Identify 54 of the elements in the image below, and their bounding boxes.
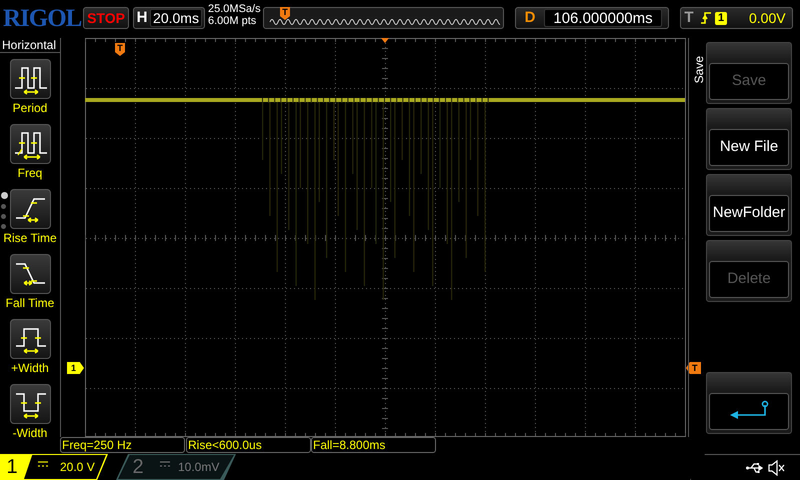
dc-coupling-icon (38, 461, 48, 467)
menu-title: Horizontal (0, 38, 60, 53)
delay-value: 106.000000ms (544, 9, 662, 27)
menu-title: Save (691, 56, 707, 84)
channel-tab[interactable]: 1 20.0 V (0, 454, 108, 480)
measure-label: Fall Time (6, 296, 54, 310)
brand-logo: RIGOL (3, 5, 82, 33)
trigger-level-marker: T (686, 362, 701, 374)
measure-button[interactable] (10, 319, 50, 359)
timebase-panel[interactable]: H 20.0ms (133, 7, 205, 29)
measure-button[interactable] (10, 254, 50, 294)
channel-scale: 10.0mV (178, 459, 220, 476)
memory-depth-text: 6.00M pts (208, 15, 258, 27)
measurement-result: Rise<600.0us (186, 437, 311, 453)
channel-scale: 20.0 V (60, 459, 95, 476)
dc-coupling-icon (160, 461, 170, 467)
measurement-result: Freq=250 Hz (60, 437, 185, 453)
channel-tab[interactable]: 2 10.0mV (116, 454, 236, 480)
page-dot[interactable] (1, 224, 6, 229)
channel-number: 1 (5, 455, 19, 480)
sample-rate-text: 25.0MSa/s (208, 3, 261, 15)
trigger-position-marker: T (115, 43, 125, 56)
timebase-label: H (136, 8, 148, 28)
channel-level-marker: 1 (67, 362, 84, 374)
page-dot[interactable] (1, 214, 6, 219)
measure-button[interactable] (10, 124, 50, 164)
timebase-value: 20.0ms (150, 9, 202, 27)
page-dot[interactable] (1, 192, 8, 199)
measure-button[interactable] (10, 59, 50, 99)
run-stop-button[interactable]: STOP (83, 7, 129, 29)
trigger-position-marker: T (280, 7, 290, 20)
measure-button[interactable] (10, 384, 50, 424)
back-button[interactable] (706, 372, 792, 434)
trigger-source-badge: 1 (715, 12, 727, 24)
trigger-label: T (683, 8, 695, 28)
measure-button[interactable] (10, 189, 50, 229)
trigger-panel[interactable]: T 1 0.00V (680, 7, 793, 29)
channel-number: 2 (131, 455, 145, 480)
trigger-level-value: 0.00V (749, 8, 786, 28)
menu-button[interactable]: NewFolder (706, 174, 792, 236)
speaker-muted-icon (768, 460, 786, 476)
measure-label: -Width (12, 426, 48, 440)
measure-label: Period (12, 101, 48, 115)
usb-icon (746, 462, 764, 472)
measure-label: Freq (18, 166, 42, 180)
measure-label: +Width (11, 361, 49, 375)
menu-button[interactable]: New File (706, 108, 792, 170)
delay-label: D (524, 8, 536, 28)
page-dot[interactable] (1, 204, 6, 209)
rising-edge-icon (701, 11, 711, 25)
measurement-result: Fall=8.800ms (311, 437, 436, 453)
delay-panel[interactable]: D 106.000000ms (515, 7, 669, 29)
trigger-center-marker-icon (381, 38, 389, 43)
measure-label: Rise Time (3, 231, 57, 245)
